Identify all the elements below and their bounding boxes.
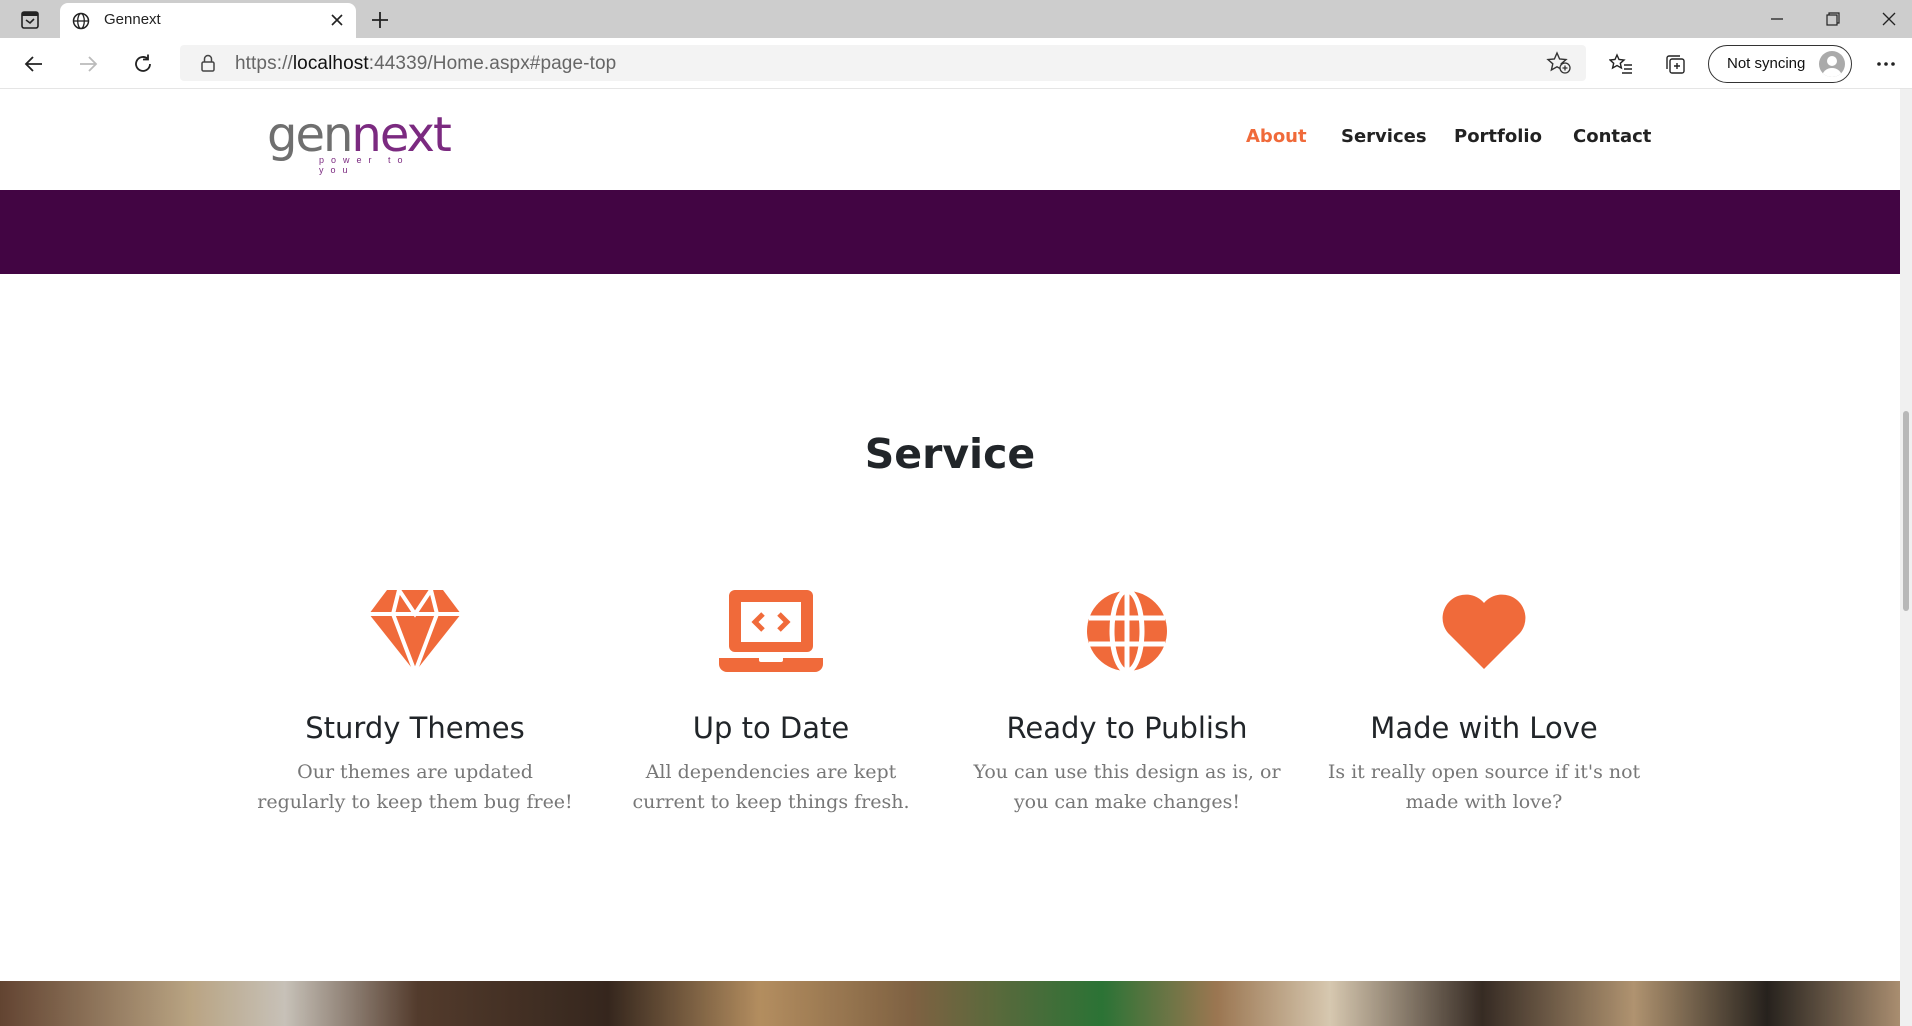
- service-description: Is it really open source if it's not mad…: [1304, 757, 1664, 817]
- refresh-icon[interactable]: [127, 48, 159, 80]
- nav-services[interactable]: Services: [1341, 126, 1427, 147]
- service-description: Our themes are updated regularly to keep…: [235, 757, 595, 817]
- logo-wordmark: gennext: [267, 111, 452, 159]
- close-icon[interactable]: [328, 11, 346, 29]
- nav-contact[interactable]: Contact: [1573, 126, 1651, 147]
- back-icon[interactable]: [18, 48, 50, 80]
- window-close-icon[interactable]: [1866, 6, 1912, 32]
- service-item: Sturdy Themes Our themes are updated reg…: [235, 589, 595, 817]
- new-tab-icon[interactable]: [368, 8, 392, 32]
- service-title: Made with Love: [1370, 711, 1598, 745]
- service-description-line: All dependencies are kept: [645, 761, 897, 783]
- globe-icon: [1072, 589, 1182, 673]
- service-item: Ready to Publish You can use this design…: [947, 589, 1307, 817]
- service-description-line: You can use this design as is, or: [973, 761, 1281, 783]
- tab-title: Gennext: [104, 11, 161, 28]
- sync-label: Not syncing: [1727, 55, 1806, 72]
- favorites-icon[interactable]: [1606, 49, 1636, 79]
- service-title: Up to Date: [692, 711, 850, 745]
- service-description-line: current to keep things fresh.: [632, 791, 910, 813]
- portfolio-background-photo: [0, 981, 1900, 1026]
- browser-toolbar: https://localhost:44339/Home.aspx#page-t…: [0, 38, 1912, 89]
- site-navbar: gennext power to you About Services Port…: [0, 89, 1900, 190]
- address-bar[interactable]: https://localhost:44339/Home.aspx#page-t…: [180, 45, 1586, 81]
- browser-tab[interactable]: Gennext: [60, 3, 356, 38]
- service-description-line: you can make changes!: [1013, 791, 1241, 813]
- tab-actions-icon[interactable]: [18, 9, 42, 31]
- page-viewport: gennext power to you About Services Port…: [0, 89, 1900, 1026]
- service-description-line: Is it really open source if it's not: [1327, 761, 1641, 783]
- service-description: You can use this design as is, or you ca…: [947, 757, 1307, 817]
- minimize-icon[interactable]: [1754, 6, 1800, 32]
- photo-overlay: [0, 981, 1900, 1026]
- section-title: Service: [864, 430, 1036, 478]
- profile-sync-button[interactable]: Not syncing: [1708, 45, 1852, 83]
- laptop-code-icon: [716, 589, 826, 673]
- site-logo[interactable]: gennext power to you: [267, 111, 452, 175]
- more-options-icon[interactable]: [1870, 48, 1902, 80]
- service-description-line: made with love?: [1405, 791, 1563, 813]
- hero-band: [0, 190, 1900, 274]
- collections-icon[interactable]: [1660, 49, 1690, 79]
- service-description-line: Our themes are updated: [297, 761, 533, 783]
- lock-icon[interactable]: [200, 54, 216, 77]
- service-item: Up to Date All dependencies are kept cur…: [591, 589, 951, 817]
- service-title: Sturdy Themes: [305, 711, 525, 745]
- globe-icon: [72, 12, 90, 35]
- service-title: Ready to Publish: [1006, 711, 1248, 745]
- heart-icon: [1429, 589, 1539, 673]
- scrollbar-thumb[interactable]: [1903, 411, 1909, 611]
- forward-icon[interactable]: [72, 48, 104, 80]
- nav-about[interactable]: About: [1246, 126, 1307, 147]
- service-description: All dependencies are kept current to kee…: [591, 757, 951, 817]
- gem-icon: [360, 589, 470, 673]
- page-scrollbar[interactable]: [1900, 89, 1912, 1026]
- avatar: [1819, 51, 1845, 77]
- logo-tagline: power to you: [319, 155, 410, 175]
- add-favorite-icon[interactable]: [1546, 51, 1572, 75]
- nav-portfolio[interactable]: Portfolio: [1454, 126, 1542, 147]
- url-path: :44339/Home.aspx#page-top: [368, 53, 617, 74]
- url-text[interactable]: https://localhost:44339/Home.aspx#page-t…: [235, 53, 616, 75]
- service-description-line: regularly to keep them bug free!: [257, 791, 573, 813]
- restore-icon[interactable]: [1810, 6, 1856, 32]
- url-scheme: https://: [235, 53, 293, 74]
- browser-tab-bar: Gennext: [0, 0, 1912, 38]
- service-item: Made with Love Is it really open source …: [1304, 589, 1664, 817]
- url-host: localhost: [292, 53, 369, 74]
